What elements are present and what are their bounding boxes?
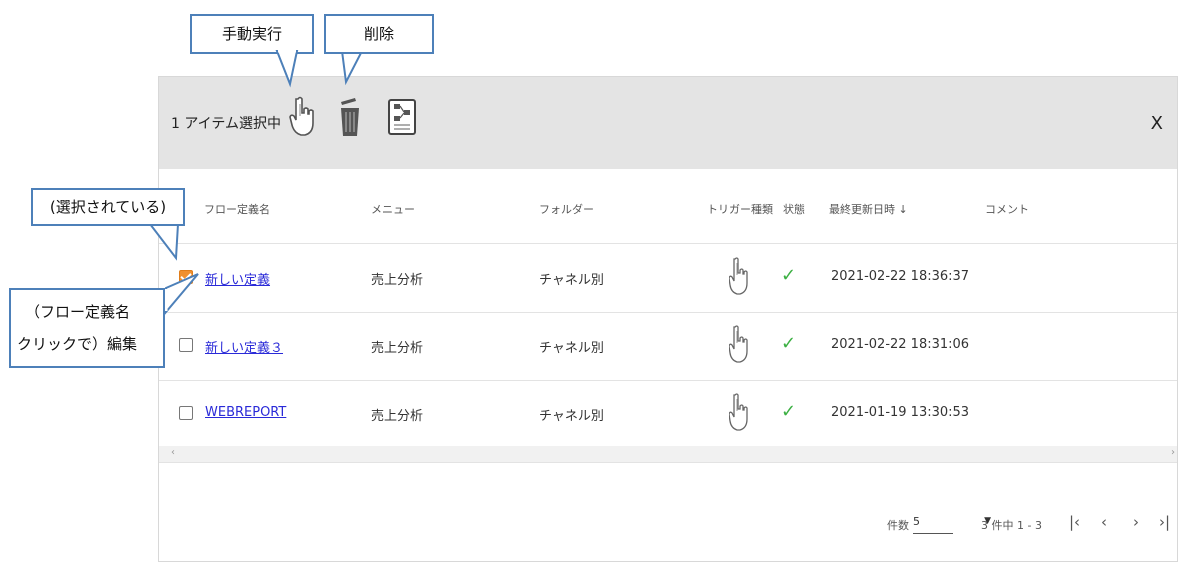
callout-delete-text: 削除 [363,25,394,43]
callout-selected: (選択されている) [31,188,185,226]
callout-edit-line2: クリックで）編集 [17,335,138,353]
callout-tails [147,49,364,315]
callout-selected-text: (選択されている) [49,198,167,216]
callout-edit: （フロー定義名 クリックで）編集 [9,288,165,368]
callout-delete: 削除 [324,14,434,54]
callout-edit-line1: （フロー定義名 [25,303,131,321]
